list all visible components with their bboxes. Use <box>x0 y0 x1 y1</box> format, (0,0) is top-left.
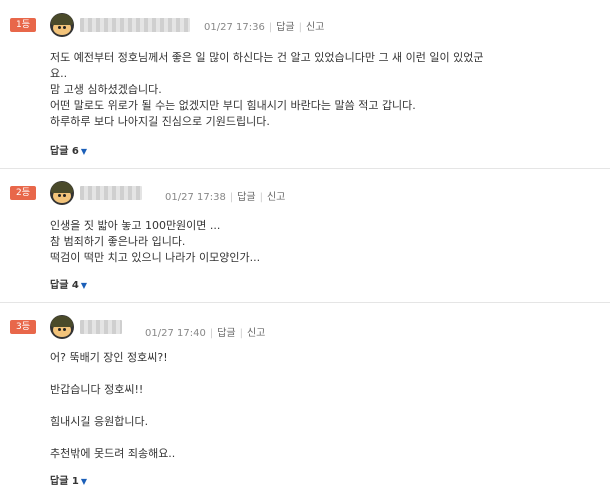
username-blurred[interactable] <box>80 18 190 32</box>
comment-line: 하루하루 보다 나아지길 진심으로 기원드립니다. <box>50 115 270 128</box>
comment-line: 참 범죄하기 좋은나라 입니다. <box>50 235 186 248</box>
comment-time: 01/27 17:38 <box>165 192 226 203</box>
comment-line: 어떤 말로도 위로가 될 수는 없겠지만 부디 힘내시기 바란다는 말씀 적고 … <box>50 99 416 112</box>
comment-line: 인생을 짓 밟아 놓고 100만원이면 ... <box>50 219 221 232</box>
username-blurred[interactable] <box>80 186 142 200</box>
replies-toggle[interactable]: 답글 4 ▼ <box>50 276 87 291</box>
comment-meta: 01/27 17:38 | 답글 | 신고 <box>165 192 286 203</box>
comment-line: 어? 뚝배기 장인 정호씨?! <box>50 351 168 364</box>
user-avatar[interactable] <box>50 13 74 37</box>
divider <box>0 302 610 303</box>
divider <box>0 168 610 169</box>
replies-count: 답글 4 <box>50 280 79 291</box>
rank-badge: 2등 <box>10 186 36 200</box>
reply-link[interactable]: 답글 <box>276 22 294 33</box>
comment-line <box>50 430 600 446</box>
comment-line: 요.. <box>50 67 68 80</box>
comment-line: 저도 예전부터 정호님께서 좋은 일 많이 하신다는 건 알고 있었습니다만 그… <box>50 51 484 64</box>
comment-line: 맘 고생 심하셨겠습니다. <box>50 83 162 96</box>
comment-body: 인생을 짓 밟아 놓고 100만원이면 ... 참 범죄하기 좋은나라 입니다.… <box>50 218 600 266</box>
replies-count: 답글 6 <box>50 146 79 157</box>
comment-line <box>50 366 600 382</box>
replies-toggle[interactable]: 답글 6 ▼ <box>50 142 87 157</box>
report-link[interactable]: 신고 <box>247 328 265 339</box>
comment-meta: 01/27 17:40 | 답글 | 신고 <box>145 328 266 339</box>
report-link[interactable]: 신고 <box>306 22 324 33</box>
comment-meta: 01/27 17:36 | 답글 | 신고 <box>204 22 325 33</box>
comment-line: 떡검이 떡만 치고 있으니 나라가 이모양인가... <box>50 251 261 264</box>
username-blurred[interactable] <box>80 320 122 334</box>
comment-body: 저도 예전부터 정호님께서 좋은 일 많이 하신다는 건 알고 있었습니다만 그… <box>50 50 600 130</box>
user-avatar[interactable] <box>50 315 74 339</box>
reply-link[interactable]: 답글 <box>217 328 235 339</box>
comment-line: 힘내시길 응원합니다. <box>50 415 149 428</box>
comment-line <box>50 398 600 414</box>
comment-body: 어? 뚝배기 장인 정호씨?! 반갑습니다 정호씨!! 힘내시길 응원합니다. … <box>50 350 600 462</box>
caret-down-icon: ▼ <box>80 281 87 290</box>
comment-line: 반갑습니다 정호씨!! <box>50 383 144 396</box>
reply-link[interactable]: 답글 <box>237 192 255 203</box>
comment-time: 01/27 17:40 <box>145 328 206 339</box>
rank-badge: 3등 <box>10 320 36 334</box>
comment-time: 01/27 17:36 <box>204 22 265 33</box>
caret-down-icon: ▼ <box>80 477 87 486</box>
comment-line: 추천밖에 못드려 죄송해요.. <box>50 447 176 460</box>
user-avatar[interactable] <box>50 181 74 205</box>
report-link[interactable]: 신고 <box>267 192 285 203</box>
rank-badge: 1등 <box>10 18 36 32</box>
caret-down-icon: ▼ <box>80 147 87 156</box>
replies-count: 답글 1 <box>50 476 79 487</box>
replies-toggle[interactable]: 답글 1 ▼ <box>50 472 87 487</box>
